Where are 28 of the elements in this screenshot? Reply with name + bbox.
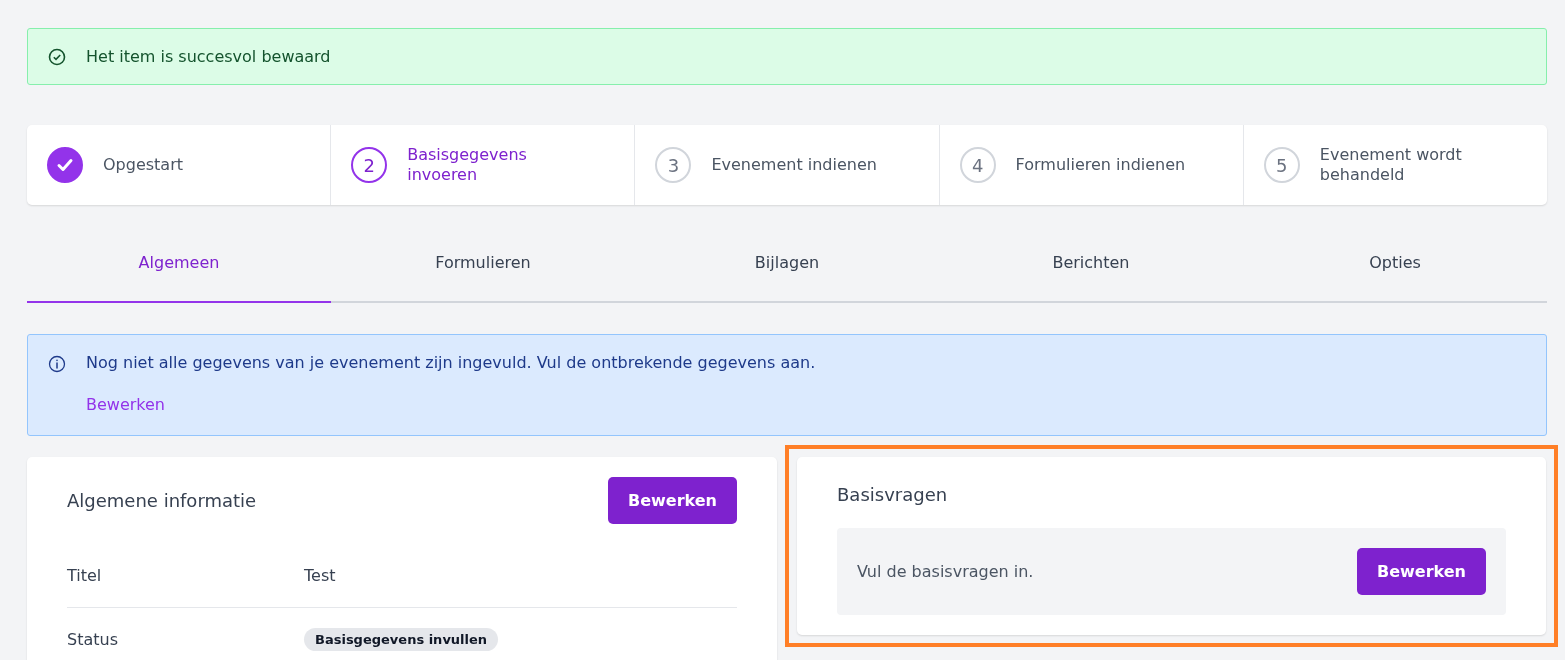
field-label: Titel	[67, 566, 103, 585]
status-badge: Basisgegevens invullen	[304, 628, 499, 651]
check-circle-icon	[48, 47, 66, 66]
step-label: Evenement wordt behandeld	[1319, 145, 1463, 185]
field-label: Status	[67, 630, 119, 649]
step-number: 4	[959, 147, 996, 183]
tab[interactable]: Berichten	[939, 239, 1243, 303]
step-number: 3	[655, 147, 692, 183]
step-number: 5	[1263, 147, 1300, 183]
edit-button[interactable]: Bewerken	[1356, 548, 1486, 595]
info-message: Nog niet alle gegevens van je evenement zijn ingevuld. Vul de ontbrekende gegevens aan.	[86, 353, 817, 373]
tab[interactable]: Opties	[1243, 239, 1547, 303]
info-icon	[48, 355, 66, 373]
field-value: Test	[304, 566, 337, 585]
questions-message: Vul de basisvragen in.	[857, 562, 1034, 581]
step-label: Basisgegevens invoeren	[407, 145, 528, 185]
edit-button[interactable]: Bewerken	[607, 477, 737, 524]
edit-link[interactable]: Bewerken	[86, 395, 165, 414]
step-number: 2	[351, 147, 388, 183]
card-title: Algemene informatie	[67, 490, 257, 511]
step-label: Formulieren indienen	[1015, 155, 1186, 175]
tab[interactable]: Algemeen	[27, 239, 331, 303]
step-label: Evenement indienen	[711, 155, 877, 175]
tab[interactable]: Bijlagen	[635, 239, 939, 303]
tab[interactable]: Formulieren	[331, 239, 635, 303]
card-title: Basisvragen	[837, 483, 949, 507]
success-message: Het item is succesvol bewaard	[86, 47, 331, 66]
step-label: Opgestart	[103, 155, 183, 175]
